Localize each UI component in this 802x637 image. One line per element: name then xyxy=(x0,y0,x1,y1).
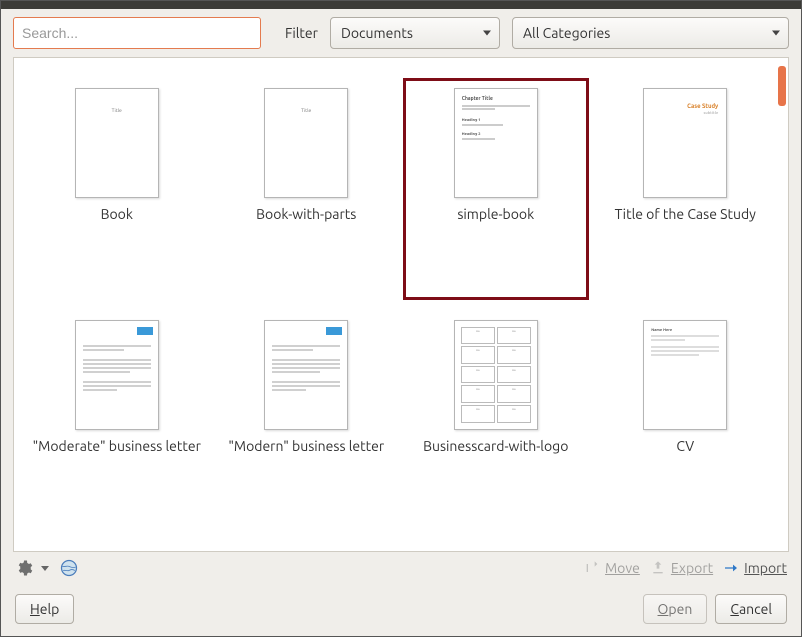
import-button[interactable]: Import xyxy=(723,560,787,576)
scrollbar[interactable] xyxy=(778,66,786,106)
template-label: Businesscard-with-logo xyxy=(423,438,568,456)
template-label: simple-book xyxy=(457,206,534,224)
help-label-rest: elp xyxy=(40,601,60,617)
gear-menu-arrow-icon[interactable] xyxy=(41,566,49,571)
import-arrow-icon xyxy=(723,560,739,576)
filter-label: Filter xyxy=(285,25,318,41)
template-item[interactable]: Name HereCV xyxy=(593,310,779,532)
import-label: Import xyxy=(744,560,787,576)
gear-icon[interactable] xyxy=(15,558,35,578)
toolbar: Filter Documents All Categories xyxy=(1,9,801,57)
chevron-down-icon xyxy=(483,31,491,36)
action-bar: Move Export Import xyxy=(1,552,801,584)
globe-icon[interactable] xyxy=(59,558,79,578)
template-item[interactable]: AaAaAaAaAaAaAaAaAaAaBusinesscard-with-lo… xyxy=(403,310,589,532)
template-label: Book xyxy=(101,206,133,224)
template-item[interactable]: "Moderate" business letter xyxy=(24,310,210,532)
filter-dropdown[interactable]: Documents xyxy=(330,17,500,49)
export-label: Export xyxy=(671,560,713,576)
export-icon xyxy=(650,560,666,576)
filter-dropdown-value: Documents xyxy=(341,25,413,41)
template-label: "Moderate" business letter xyxy=(33,438,201,456)
template-label: Title of the Case Study xyxy=(615,206,756,224)
move-label: Move xyxy=(605,560,640,576)
bottom-bar: Help Open Cancel xyxy=(1,584,801,636)
template-item[interactable]: "Modern" business letter xyxy=(214,310,400,532)
template-label: Book-with-parts xyxy=(256,206,356,224)
export-button: Export xyxy=(650,560,713,576)
open-button[interactable]: Open xyxy=(643,594,708,624)
chevron-down-icon xyxy=(772,31,780,36)
move-button: Move xyxy=(584,560,640,576)
cancel-button[interactable]: Cancel xyxy=(715,594,787,624)
template-list: TitleBookTitleBook-with-partsChapter Tit… xyxy=(13,57,789,552)
template-item[interactable]: TitleBook xyxy=(24,78,210,300)
help-button[interactable]: Help xyxy=(15,594,74,624)
search-input[interactable] xyxy=(13,17,261,49)
title-bar xyxy=(1,1,801,9)
category-dropdown[interactable]: All Categories xyxy=(512,17,789,49)
template-label: "Modern" business letter xyxy=(228,438,384,456)
template-item[interactable]: Case StudysubtitleTitle of the Case Stud… xyxy=(593,78,779,300)
move-icon xyxy=(584,560,600,576)
category-dropdown-value: All Categories xyxy=(523,25,610,41)
template-dialog: Filter Documents All Categories TitleBoo… xyxy=(0,0,802,637)
template-item[interactable]: Chapter TitleHeading 1Heading 2simple-bo… xyxy=(403,78,589,300)
template-item[interactable]: TitleBook-with-parts xyxy=(214,78,400,300)
template-label: CV xyxy=(676,438,694,456)
